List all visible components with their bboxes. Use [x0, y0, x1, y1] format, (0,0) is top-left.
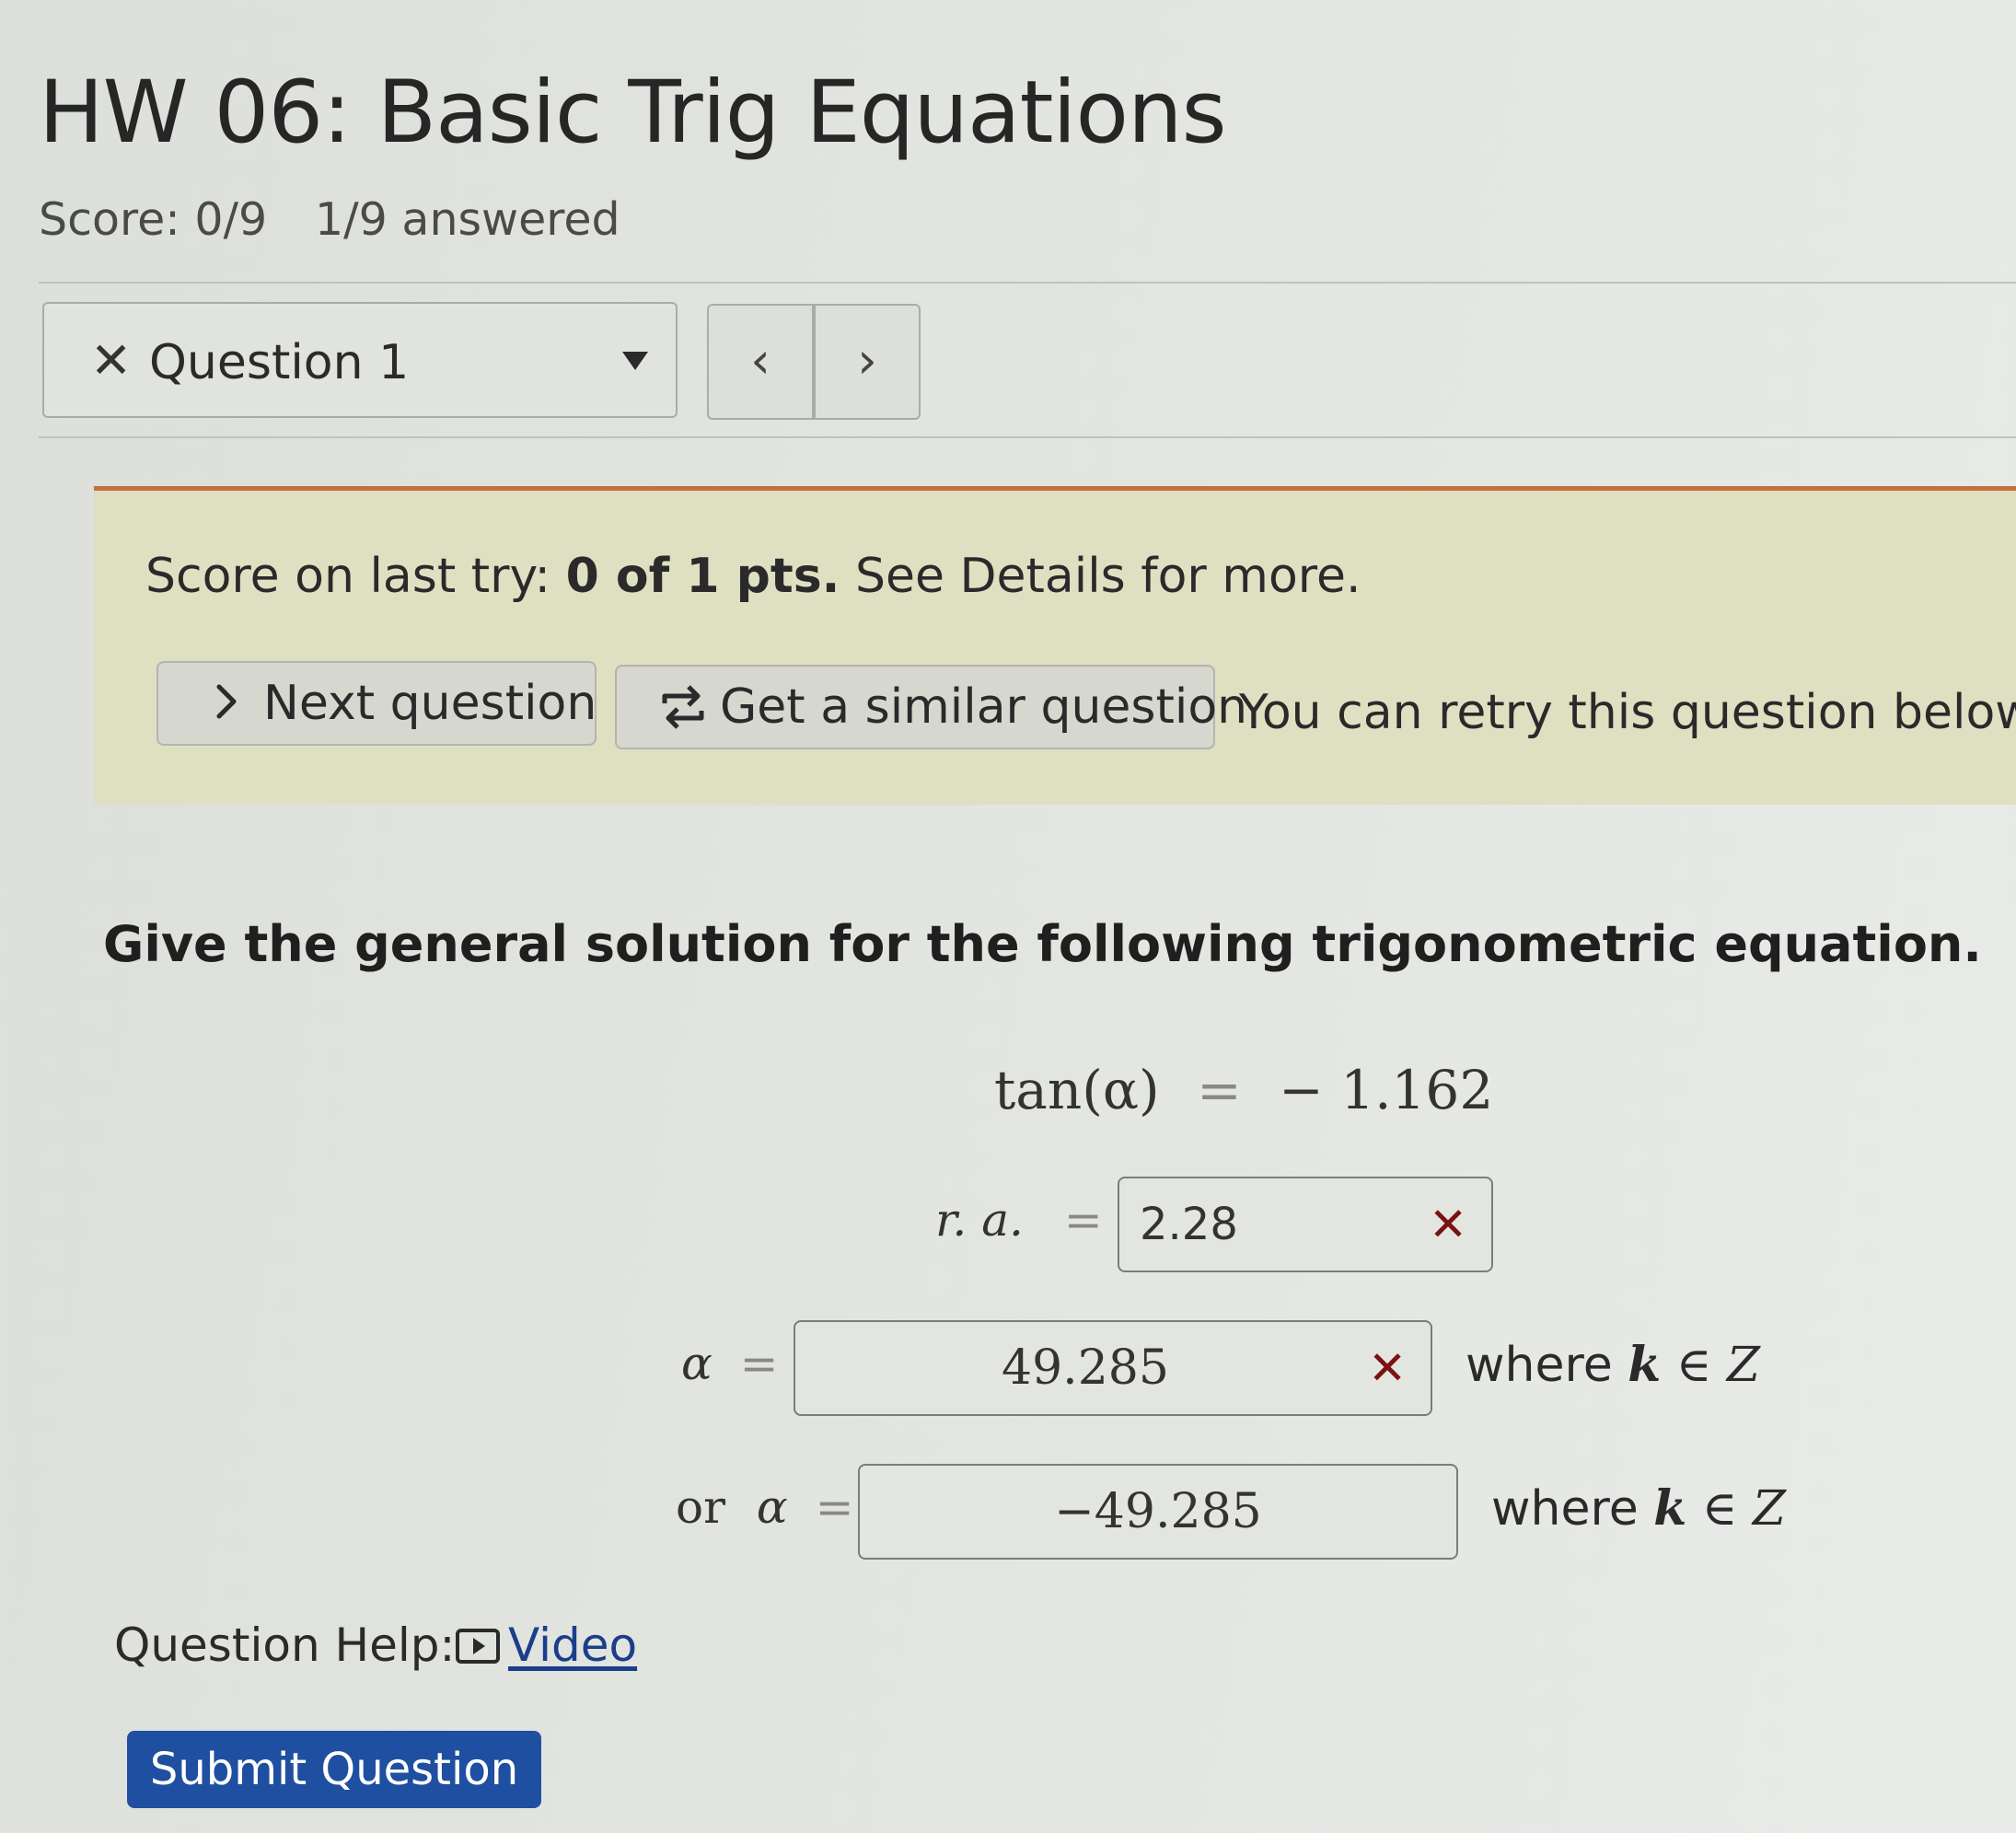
page-title: HW 06: Basic Trig Equations [39, 63, 1227, 163]
where-text: where [1466, 1338, 1613, 1393]
play-icon [455, 1622, 501, 1676]
submit-question-button[interactable]: Submit Question [127, 1731, 541, 1808]
next-question-label: Next question [263, 676, 597, 731]
alpha-symbol: α [756, 1480, 788, 1534]
close-icon: ✕ [90, 331, 133, 389]
next-question-arrow-button[interactable]: › [814, 304, 921, 420]
alternate-alpha-input[interactable]: −49.285 [858, 1464, 1458, 1560]
retry-note: You can retry this question below [1239, 685, 2016, 740]
alpha-label: α = [681, 1337, 779, 1390]
caret-down-icon [622, 352, 648, 370]
last-try-points: 0 of 1 pts. [565, 549, 840, 604]
alpha-solution-value: 49.285 [1002, 1340, 1169, 1396]
feedback-banner [94, 486, 2016, 805]
reference-angle-input[interactable]: 2.28 ✕ [1118, 1177, 1493, 1272]
where-variable: k [1628, 1337, 1662, 1393]
alpha-symbol: α [681, 1337, 713, 1390]
divider [39, 436, 2016, 438]
chevron-left-icon: ‹ [750, 331, 770, 389]
where-set: ∈ Z [1675, 1338, 1760, 1393]
where-variable: k [1653, 1480, 1687, 1537]
reference-angle-value: 2.28 [1140, 1199, 1238, 1250]
equals-sign: = [815, 1480, 854, 1534]
reference-angle-label: r. a. = [935, 1193, 1103, 1247]
retry-icon [657, 678, 709, 748]
equals-sign: = [1063, 1193, 1103, 1247]
alpha-solution-input[interactable]: 49.285 ✕ [794, 1320, 1432, 1416]
question-help-label: Question Help: [114, 1618, 456, 1672]
where-clause: where k ∈ Z [1466, 1337, 1760, 1393]
alternate-alpha-value: −49.285 [1054, 1484, 1262, 1539]
last-try-score: Score on last try: 0 of 1 pts. See Detai… [145, 549, 1361, 604]
where-text: where [1491, 1481, 1639, 1537]
last-try-suffix: See Details for more. [840, 549, 1361, 604]
equation: tan(α) = − 1.162 [994, 1059, 1493, 1121]
similar-question-button[interactable]: Get a similar question [615, 665, 1247, 749]
divider [39, 282, 2016, 284]
video-help-link[interactable]: Video [455, 1618, 637, 1676]
question-select[interactable]: ✕ Question 1 [42, 302, 678, 418]
or-text: or [676, 1480, 726, 1534]
answered-count: 1/9 answered [315, 193, 620, 246]
next-question-button[interactable]: Next question [156, 661, 597, 746]
last-try-prefix: Score on last try: [145, 549, 566, 604]
where-set: ∈ Z [1701, 1481, 1786, 1537]
score-text: Score: 0/9 [39, 193, 268, 246]
question-select-label: Question 1 [149, 335, 410, 390]
previous-question-button[interactable]: ‹ [707, 304, 814, 420]
question-prompt: Give the general solution for the follow… [103, 915, 1982, 973]
video-link-label: Video [508, 1618, 638, 1672]
equation-lhs: tan(α) [994, 1059, 1160, 1121]
where-clause: where k ∈ Z [1491, 1480, 1786, 1537]
incorrect-icon: ✕ [1368, 1341, 1407, 1395]
equation-rhs: − 1.162 [1279, 1059, 1494, 1121]
equals-sign: = [739, 1337, 779, 1390]
reference-angle-text: r. a. [935, 1193, 1024, 1247]
similar-question-label: Get a similar question [720, 679, 1248, 735]
equation-equals: = [1197, 1059, 1242, 1121]
chevron-right-icon: › [857, 331, 877, 389]
alternate-alpha-label: or α = [676, 1480, 854, 1534]
chevron-right-icon [212, 674, 243, 741]
incorrect-icon: ✕ [1429, 1198, 1467, 1251]
